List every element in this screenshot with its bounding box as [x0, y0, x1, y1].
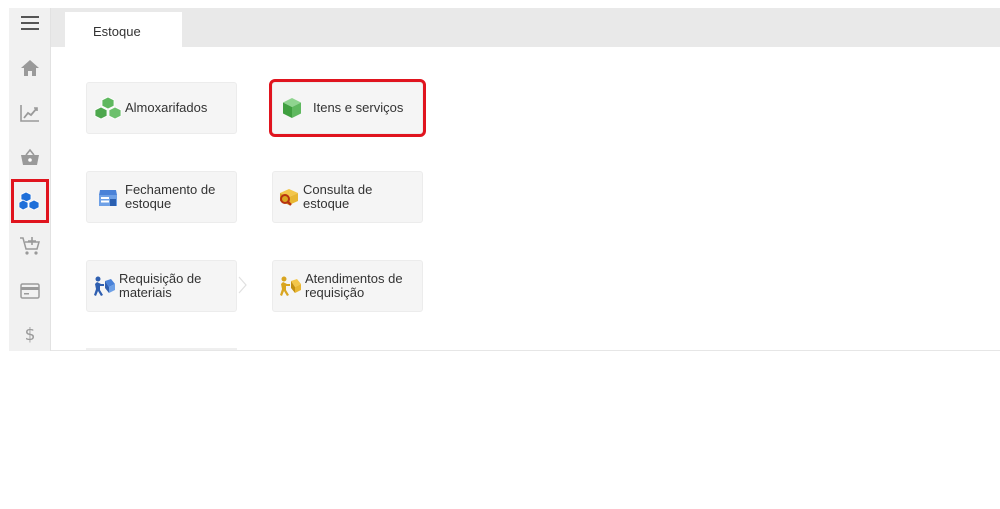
cart-add-icon[interactable] [9, 228, 51, 264]
tile-label-line2: materiais [119, 285, 172, 300]
chevron-right-icon [238, 276, 247, 294]
tile-label: Requisição de materiais [117, 272, 201, 300]
tile-atendimentos-de-requisicao[interactable]: Atendimentos de requisição [272, 260, 423, 312]
tile-label-line1: Atendimentos de [305, 271, 403, 286]
tile-consulta-de-estoque[interactable]: Consulta de estoque [272, 171, 423, 223]
cube-green-icon [277, 93, 307, 123]
hamburger-menu-icon[interactable] [9, 8, 51, 38]
dollar-icon[interactable]: $ [9, 316, 51, 352]
close-stock-icon [93, 182, 123, 212]
tile-label-line1: Fechamento de [125, 182, 216, 197]
tile-label-line2: estoque [125, 196, 172, 211]
home-icon[interactable] [9, 50, 51, 86]
carry-box-yellow-icon [277, 271, 303, 301]
tile-label-line2: requisição [305, 285, 365, 300]
boxes-icon[interactable] [11, 179, 49, 223]
sidebar: $ [9, 8, 51, 351]
tile-label: Atendimentos de requisição [303, 272, 403, 300]
content-bottom-divider [51, 350, 1000, 351]
tab-bar: Estoque [51, 8, 1000, 47]
tile-itens-e-servicos[interactable]: Itens e serviços [269, 79, 426, 137]
tile-requisicao-de-materiais[interactable]: Requisição de materiais [86, 260, 237, 312]
chart-trend-icon[interactable] [9, 95, 51, 131]
basket-icon[interactable] [9, 139, 51, 175]
tile-label: Itens e serviços [313, 100, 404, 115]
boxes-green-icon [93, 93, 123, 123]
tile-fechamento-de-estoque[interactable]: Fechamento de estoque [86, 171, 237, 223]
svg-text:$: $ [25, 325, 36, 344]
tile-label: Fechamento de estoque [123, 183, 215, 211]
app-window: $ Estoque Almoxarifados Itens e serviços… [9, 8, 1000, 509]
tile-label: Almoxarifados [125, 100, 208, 115]
main-content: Almoxarifados Itens e serviços Fechament… [51, 47, 1000, 351]
tile-label-line1: Requisição de [119, 271, 202, 286]
carry-box-icon [91, 271, 117, 301]
search-box-icon [277, 182, 301, 212]
tile-almoxarifados[interactable]: Almoxarifados [86, 82, 237, 134]
tile-label: Consulta de estoque [303, 182, 373, 211]
card-icon[interactable] [9, 273, 51, 309]
tab-estoque[interactable]: Estoque [65, 12, 182, 47]
